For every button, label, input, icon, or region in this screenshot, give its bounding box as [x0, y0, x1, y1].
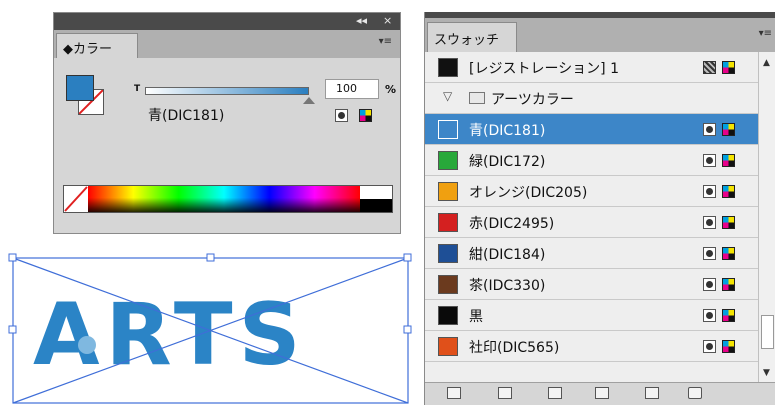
swatch-chip	[438, 58, 458, 77]
spot-color-icon	[703, 154, 716, 167]
swatch-chip	[438, 275, 458, 294]
swatch-list: [レジストレーション] 1 ▽ アーツカラー青(DIC181) 緑(DIC172) オレ…	[425, 52, 758, 382]
spot-color-icon	[703, 216, 716, 229]
color-panel-tabrow: ◆カラー ▾≡	[54, 30, 400, 58]
close-panel-icon[interactable]: ×	[383, 14, 392, 27]
swatch-row[interactable]: 茶(IDC330)	[425, 269, 758, 300]
swatches-footer-toolbar	[425, 382, 775, 405]
swatch-chip	[438, 244, 458, 263]
swatch-row[interactable]: 緑(DIC172)	[425, 145, 758, 176]
spot-color-icon	[703, 309, 716, 322]
swatch-chip	[438, 306, 458, 325]
spot-color-icon	[703, 247, 716, 260]
swatch-name-label: 青(DIC181)	[148, 108, 225, 124]
cmyk-mode-icon	[722, 247, 735, 260]
swatch-row[interactable]: オレンジ(DIC205)	[425, 176, 758, 207]
swatches-panel: スウォッチ ▾≡ [レジストレーション] 1 ▽ アーツカラー青(DIC181) 緑(…	[424, 12, 775, 405]
swatch-chip	[438, 151, 458, 170]
color-spectrum[interactable]	[63, 185, 393, 213]
swatch-label: アーツカラー	[491, 92, 574, 108]
panel-menu-icon[interactable]: ▾≡	[759, 28, 772, 39]
new-color-group-icon[interactable]	[595, 387, 609, 399]
cmyk-mode-icon	[722, 216, 735, 229]
spot-color-icon	[703, 185, 716, 198]
swatch-label: 紺(DIC184)	[469, 247, 546, 263]
scroll-thumb[interactable]	[761, 315, 774, 349]
spot-color-icon	[703, 340, 716, 353]
color-group-row[interactable]: ▽ アーツカラー	[425, 83, 758, 114]
tint-label: T	[134, 84, 141, 94]
tint-unit: %	[385, 83, 397, 96]
swatch-chip	[438, 337, 458, 356]
fill-swatch[interactable]	[66, 75, 94, 101]
disclosure-triangle-icon[interactable]: ▽	[443, 89, 452, 103]
none-color-icon[interactable]	[64, 186, 88, 212]
swatch-chip	[438, 213, 458, 232]
cmyk-mode-icon	[722, 185, 735, 198]
swatch-row[interactable]: 赤(DIC2495)	[425, 207, 758, 238]
swatch-library-icon[interactable]	[447, 387, 461, 399]
cmyk-mode-icon	[359, 109, 372, 122]
black-swatch[interactable]	[360, 199, 392, 212]
swatch-label: 社印(DIC565)	[469, 340, 560, 356]
logo-dot	[78, 336, 96, 354]
collapse-panel-icon[interactable]: ◂◂	[356, 14, 367, 27]
swatch-label: 黒	[469, 309, 483, 325]
tint-slider-thumb[interactable]	[303, 97, 315, 104]
color-panel-titlebar[interactable]: ◂◂ ×	[54, 13, 400, 30]
swatch-chip	[438, 120, 458, 139]
show-kinds-icon[interactable]	[498, 387, 512, 399]
swatch-row[interactable]: 紺(DIC184)	[425, 238, 758, 269]
tint-input[interactable]: 100	[325, 79, 379, 99]
cmyk-mode-icon	[722, 309, 735, 322]
swatches-panel-tabrow: スウォッチ ▾≡	[425, 18, 775, 52]
cmyk-mode-icon	[722, 340, 735, 353]
swatch-options-icon[interactable]	[548, 387, 562, 399]
spectrum-gradient[interactable]	[88, 186, 360, 212]
color-panel: ◂◂ × ◆カラー ▾≡ T 100 % 青(DIC181)	[53, 12, 401, 234]
swatch-label: オレンジ(DIC205)	[469, 185, 588, 201]
swatch-label: 赤(DIC2495)	[469, 216, 555, 232]
swatch-label: [レジストレーション] 1	[469, 61, 620, 77]
cmyk-mode-icon	[722, 154, 735, 167]
arts-logo-text-content: ARTS	[33, 285, 307, 385]
swatch-list-scrollbar[interactable]: ▲ ▼	[758, 52, 775, 382]
tab-swatches[interactable]: スウォッチ	[427, 22, 517, 52]
tab-color[interactable]: ◆カラー	[56, 33, 138, 58]
swatch-chip	[438, 182, 458, 201]
swatch-label: 緑(DIC172)	[469, 154, 546, 170]
artboard: ARTS	[8, 253, 412, 404]
cmyk-mode-icon	[722, 278, 735, 291]
spot-color-icon	[703, 123, 716, 136]
swatch-row[interactable]: 社印(DIC565)	[425, 331, 758, 362]
spot-color-icon	[335, 109, 348, 122]
cmyk-mode-icon	[722, 123, 735, 136]
new-swatch-icon[interactable]	[645, 387, 659, 399]
delete-swatch-icon[interactable]	[688, 387, 702, 399]
swatch-label: 茶(IDC330)	[469, 278, 546, 294]
cmyk-mode-icon	[722, 61, 735, 74]
swatch-label: 青(DIC181)	[469, 123, 546, 139]
swatch-row[interactable]: 青(DIC181)	[425, 114, 758, 145]
scroll-up-arrow-icon[interactable]: ▲	[763, 58, 770, 68]
spot-color-icon	[703, 278, 716, 291]
swatch-row[interactable]: [レジストレーション] 1	[425, 52, 758, 83]
scroll-down-arrow-icon[interactable]: ▼	[763, 368, 770, 378]
tint-slider[interactable]	[145, 87, 309, 95]
arts-logo-text[interactable]: ARTS	[33, 285, 307, 385]
white-swatch[interactable]	[360, 186, 392, 199]
registration-icon	[703, 61, 716, 74]
panel-menu-icon[interactable]: ▾≡	[379, 36, 392, 47]
folder-icon	[469, 92, 485, 104]
swatch-row[interactable]: 黒	[425, 300, 758, 331]
